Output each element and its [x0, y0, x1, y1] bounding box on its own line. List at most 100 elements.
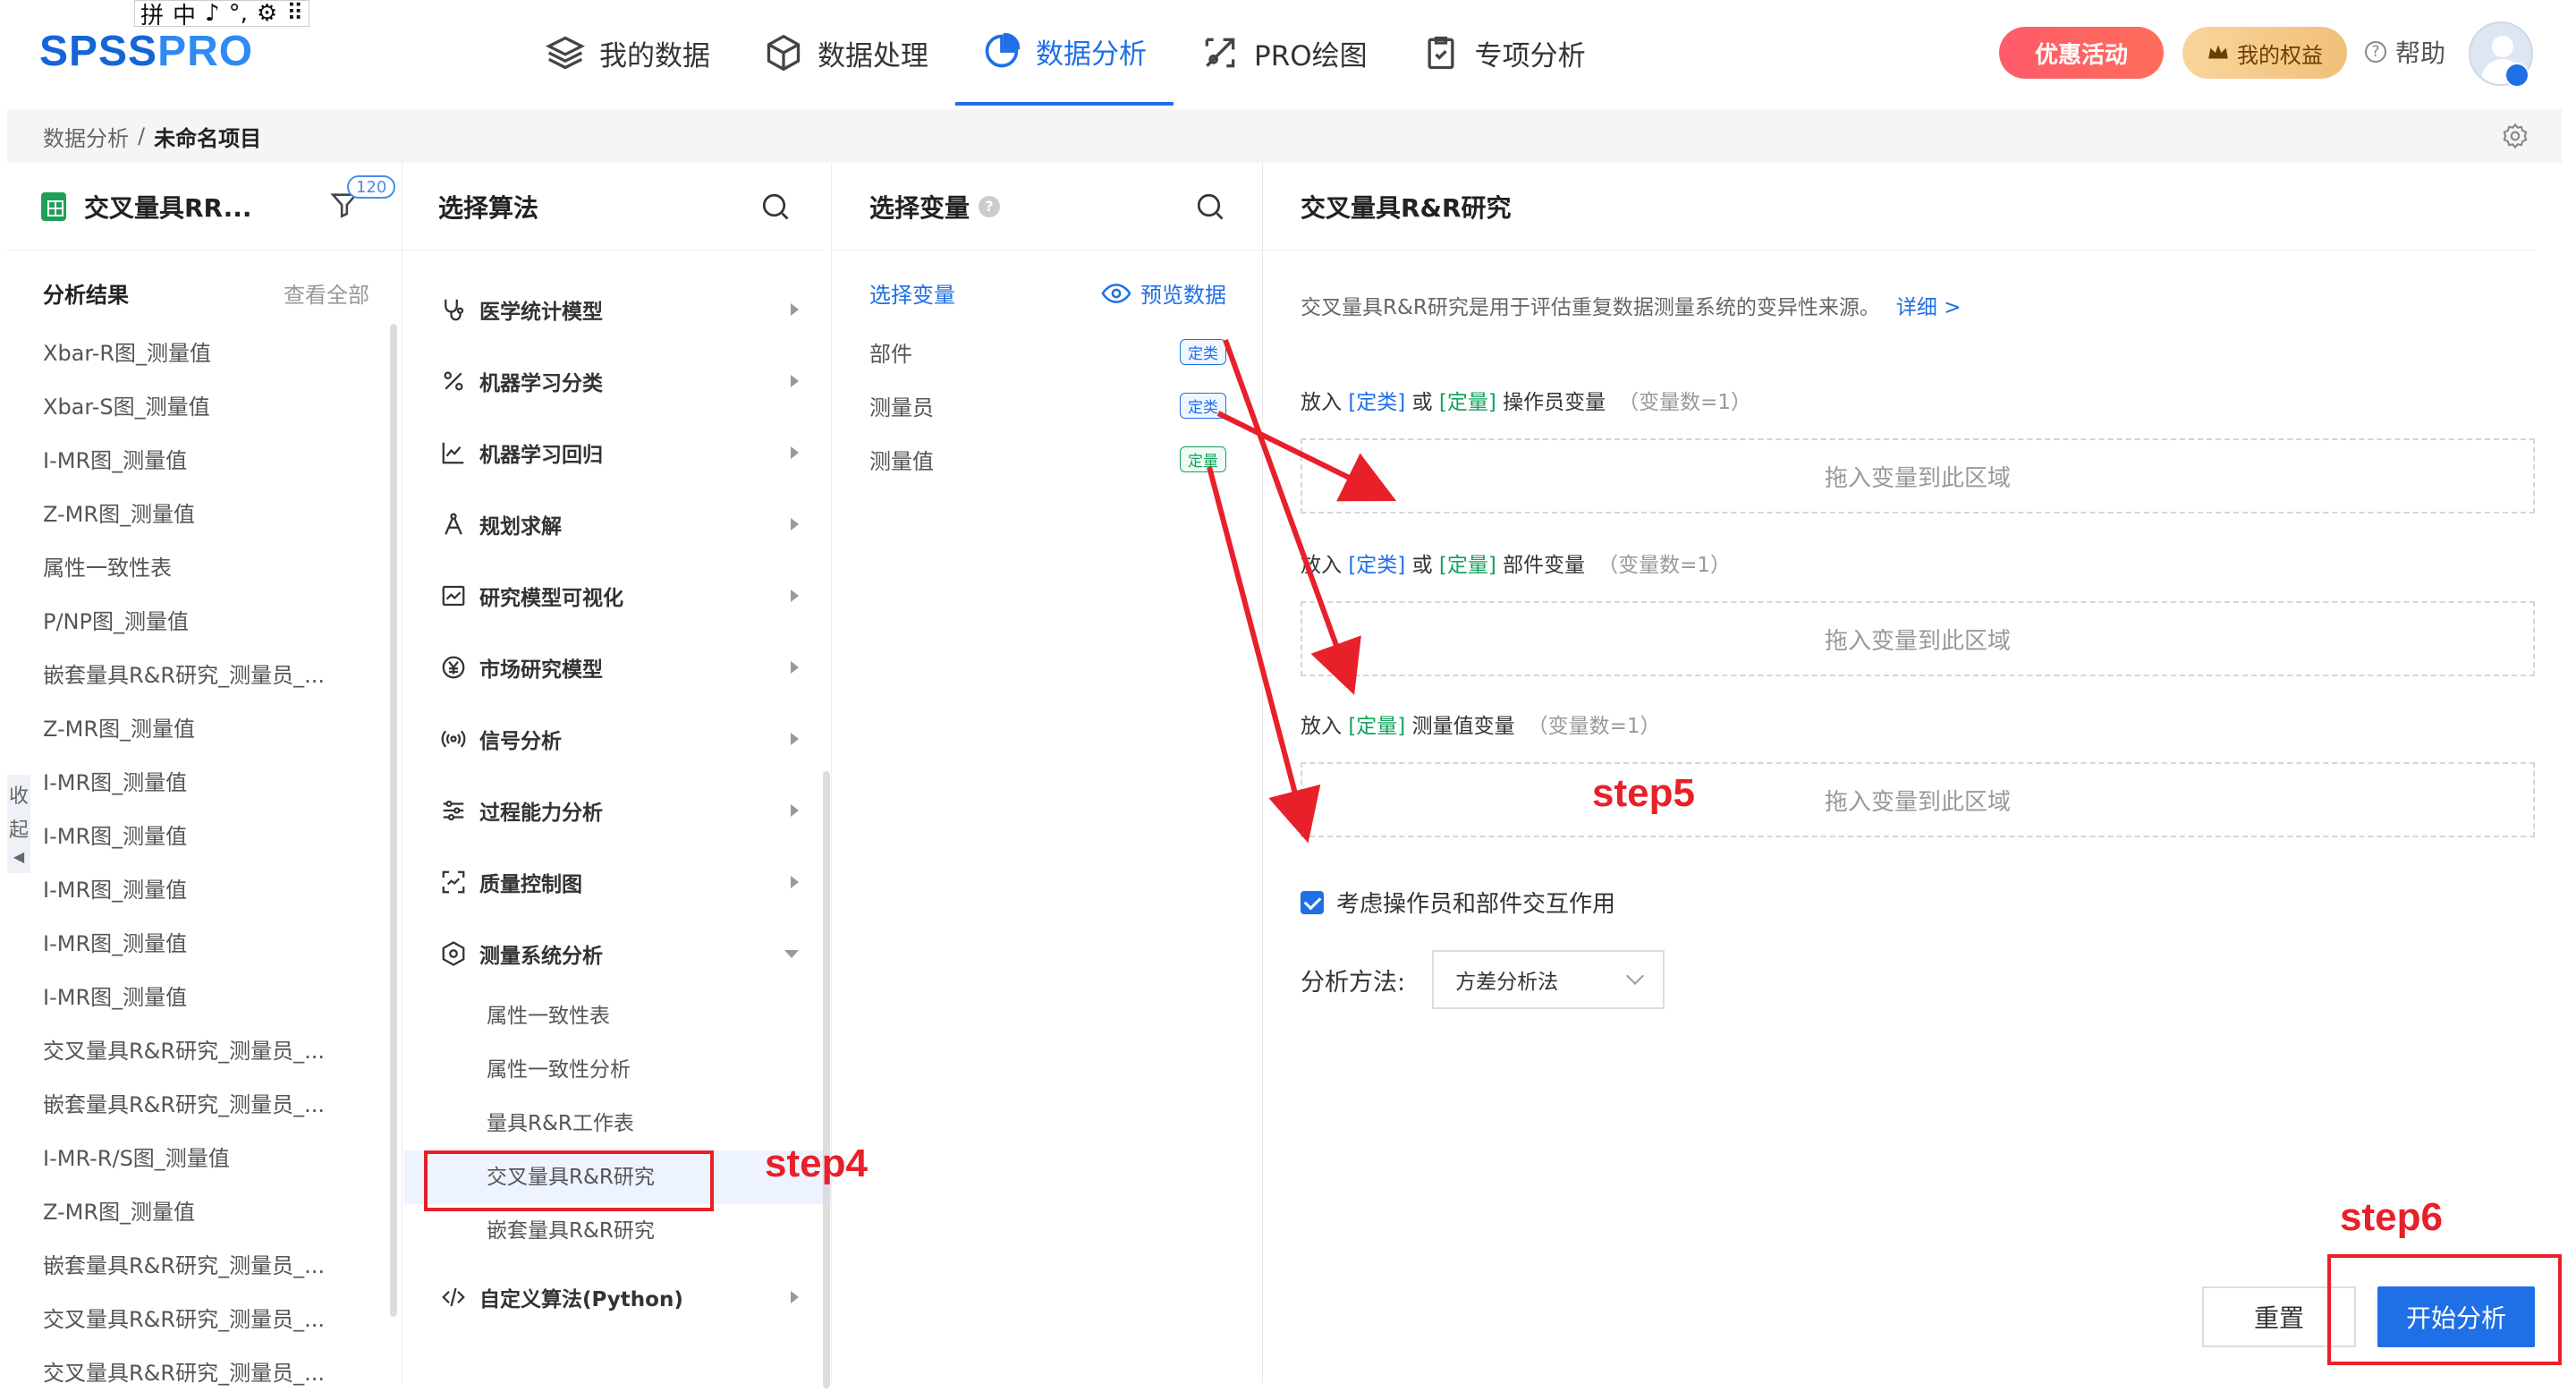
breadcrumb-current: 未命名项目: [154, 125, 262, 151]
chevron-right-icon: [791, 733, 799, 745]
ime-grid-icon[interactable]: ⠿: [286, 0, 303, 27]
preview-data-link[interactable]: 预览数据: [1101, 277, 1226, 309]
result-item[interactable]: I-MR图_测量值: [43, 434, 402, 488]
result-item[interactable]: P/NP图_测量值: [43, 595, 402, 649]
algorithm-title: 选择算法: [438, 192, 539, 223]
variable-panel: 选择变量? 选择变量 预览数据 部件 定类 测量员 定类 测量值 定量: [834, 163, 1263, 1383]
result-item[interactable]: Xbar-S图_测量值: [43, 380, 402, 434]
help-link[interactable]: ? 帮助: [2365, 34, 2445, 70]
result-item[interactable]: Z-MR图_测量值: [43, 488, 402, 541]
algo-ml-regression[interactable]: 机器学习回归: [440, 417, 831, 488]
main-nav: 我的数据 数据处理 数据分析 PRO绘图 专项分析: [519, 0, 1613, 106]
algo-process-capability[interactable]: 过程能力分析: [440, 775, 831, 846]
result-item[interactable]: I-MR图_测量值: [43, 863, 402, 917]
result-item[interactable]: 嵌套量具R&R研究_测量员_...: [43, 649, 402, 702]
operator-dropzone[interactable]: 拖入变量到此区域: [1301, 438, 2535, 514]
search-icon[interactable]: [1194, 191, 1226, 223]
step5-label: step5: [1592, 771, 1695, 815]
gear-icon[interactable]: [2501, 122, 2529, 150]
yen-icon: [442, 656, 465, 679]
collapse-toggle[interactable]: 收 起 ◀: [7, 775, 30, 873]
sliders-icon: [443, 800, 464, 821]
method-label: 分析方法:: [1301, 968, 1406, 997]
algo-optimization[interactable]: 规划求解: [440, 488, 831, 560]
result-item[interactable]: I-MR-R/S图_测量值: [43, 1132, 402, 1185]
algo-measurement-system[interactable]: 测量系统分析: [440, 918, 831, 989]
algo-medical-stats[interactable]: 医学统计模型: [440, 274, 831, 345]
result-item[interactable]: I-MR图_测量值: [43, 971, 402, 1024]
result-item[interactable]: Z-MR图_测量值: [43, 1185, 402, 1239]
result-item[interactable]: Xbar-R图_测量值: [43, 327, 402, 380]
result-item[interactable]: I-MR图_测量值: [43, 810, 402, 863]
sub-nested-gauge-rr[interactable]: 嵌套量具R&R研究: [404, 1204, 831, 1258]
result-item[interactable]: 交叉量具R&R研究_测量员_...: [43, 1346, 402, 1392]
result-item[interactable]: Z-MR图_测量值: [43, 702, 402, 756]
clipboard-check-icon: [1428, 36, 1454, 70]
variable-item[interactable]: 测量员 定类: [869, 378, 1226, 432]
variable-header: 选择变量?: [834, 163, 1262, 250]
nav-data-analysis[interactable]: 数据分析: [955, 0, 1174, 106]
ime-punct[interactable]: °,: [229, 0, 248, 27]
ime-pinyin[interactable]: 拼: [140, 0, 164, 30]
algo-ml-classification[interactable]: 机器学习分类: [440, 345, 831, 417]
interaction-option[interactable]: 考虑操作员和部件交互作用: [1301, 886, 1615, 919]
measure-dropzone[interactable]: 拖入变量到此区域: [1301, 762, 2535, 837]
sub-attribute-agreement-table[interactable]: 属性一致性表: [404, 989, 831, 1043]
my-rights-button[interactable]: 我的权益: [2182, 27, 2347, 79]
result-item[interactable]: 交叉量具R&R研究_测量员_...: [43, 1293, 402, 1346]
sub-attribute-agreement-analysis[interactable]: 属性一致性分析: [404, 1043, 831, 1097]
eye-icon: [1101, 283, 1131, 303]
select-variable-tab[interactable]: 选择变量: [869, 277, 955, 309]
trend-chart-icon: [442, 442, 464, 464]
detail-link[interactable]: 详细 >: [1896, 296, 1962, 319]
chevron-right-icon: [791, 303, 799, 316]
nav-pro-drawing[interactable]: PRO绘图: [1174, 0, 1394, 106]
result-item[interactable]: 嵌套量具R&R研究_测量员_...: [43, 1239, 402, 1293]
project-name[interactable]: 交叉量具RR...: [84, 189, 252, 225]
algo-market-research[interactable]: 市场研究模型: [440, 632, 831, 703]
search-icon[interactable]: [759, 191, 792, 223]
logo[interactable]: SPSSPRO: [39, 27, 253, 76]
algo-signal-analysis[interactable]: 信号分析: [440, 703, 831, 775]
nav-my-data[interactable]: 我的数据: [519, 0, 737, 106]
line-chart-icon: [442, 585, 465, 607]
variable-item[interactable]: 测量值 定量: [869, 432, 1226, 486]
nav-special-analysis[interactable]: 专项分析: [1394, 0, 1613, 106]
variable-item[interactable]: 部件 定类: [869, 325, 1226, 378]
interaction-checkbox[interactable]: [1301, 890, 1324, 914]
step4-highlight-box: [424, 1150, 714, 1211]
chevron-right-icon: [791, 518, 799, 530]
result-item[interactable]: I-MR图_测量值: [43, 917, 402, 971]
step4-label: step4: [765, 1142, 868, 1185]
promo-button[interactable]: 优惠活动: [1999, 27, 2164, 79]
question-icon[interactable]: ?: [979, 195, 1001, 217]
ime-chinese[interactable]: 中: [173, 0, 196, 30]
ime-settings-icon[interactable]: ⚙: [257, 0, 277, 27]
algorithm-header: 选择算法: [404, 163, 822, 250]
result-item[interactable]: 交叉量具R&R研究_测量员_...: [43, 1024, 402, 1078]
ime-moon[interactable]: ♪: [205, 0, 220, 27]
measurement-sub-list: 属性一致性表 属性一致性分析 量具R&R工作表 交叉量具R&R研究 嵌套量具R&…: [404, 989, 831, 1258]
method-select[interactable]: 方差分析法: [1432, 950, 1665, 1009]
algo-quality-control[interactable]: 质量控制图: [440, 846, 831, 918]
result-item[interactable]: 嵌套量具R&R研究_测量员_...: [43, 1078, 402, 1132]
drawing-icon: [1205, 38, 1235, 68]
result-item[interactable]: I-MR图_测量值: [43, 756, 402, 810]
results-scrollbar[interactable]: [390, 324, 397, 1317]
breadcrumb-root[interactable]: 数据分析: [43, 121, 129, 152]
algo-custom-python[interactable]: 自定义算法(Python): [440, 1261, 831, 1333]
nav-data-processing[interactable]: 数据处理: [737, 0, 955, 106]
part-dropzone[interactable]: 拖入变量到此区域: [1301, 601, 2535, 676]
filter-count-badge: 120: [347, 175, 396, 199]
view-all-link[interactable]: 查看全部: [284, 277, 369, 309]
variable-title: 选择变量: [869, 192, 970, 223]
help-icon: ?: [2365, 41, 2386, 63]
result-item[interactable]: 属性一致性表: [43, 541, 402, 595]
algorithm-scrollbar[interactable]: [823, 771, 830, 1388]
chevron-right-icon: [791, 661, 799, 674]
breadcrumb: 数据分析 / 未命名项目: [7, 109, 2562, 163]
type-badge: 定类: [1180, 392, 1226, 419]
results-list: Xbar-R图_测量值 Xbar-S图_测量值 I-MR图_测量值 Z-MR图_测量值…: [7, 309, 402, 1392]
algo-research-visual[interactable]: 研究模型可视化: [440, 560, 831, 632]
spreadsheet-icon: [41, 191, 66, 221]
